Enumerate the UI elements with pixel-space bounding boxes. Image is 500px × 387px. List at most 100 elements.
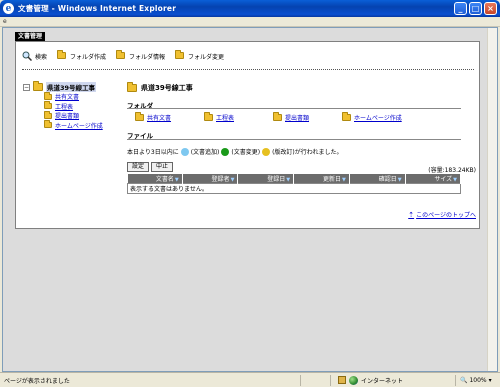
- column-header[interactable]: 確認日▼: [349, 174, 406, 184]
- folder-info-label: フォルダ情報: [129, 53, 166, 61]
- zone-label: インターネット: [361, 377, 404, 385]
- minimize-button[interactable]: _: [454, 2, 467, 15]
- window-title: 文書管理 - Windows Internet Explorer: [18, 4, 177, 13]
- folders-divider: [127, 108, 461, 109]
- up-arrow-icon: ⇡: [408, 210, 415, 219]
- title-bar: e 文書管理 - Windows Internet Explorer _ □ ×: [0, 0, 500, 17]
- window-controls: _ □ ×: [454, 2, 497, 15]
- folder-icon: [273, 112, 282, 121]
- folder-icon: [44, 101, 52, 110]
- folder-link[interactable]: 工程表: [216, 113, 234, 122]
- sort-arrow-icon: ▼: [174, 177, 179, 183]
- app-area: 文書管理 検索 フォルダ作成 フォルダ情報 フォルダ変更 − 県道39号線工事 …: [3, 28, 487, 371]
- empty-message: 表示する文書はありません。: [127, 183, 461, 194]
- capacity-label: (容量:183.24KB): [428, 167, 476, 174]
- folder-link[interactable]: ホームページ作成: [354, 113, 402, 122]
- toolbar-divider: [22, 69, 474, 70]
- folder-icon: [44, 91, 52, 100]
- folder-icon: [33, 81, 43, 91]
- folder-icon: [342, 112, 351, 121]
- page-top-link[interactable]: ⇡ このページのトップへ: [408, 210, 476, 220]
- folder-change-label: フォルダ変更: [188, 53, 225, 61]
- tree-item[interactable]: 工程表: [44, 101, 103, 112]
- column-header[interactable]: 登録者▼: [182, 174, 239, 184]
- files-divider: [127, 139, 461, 140]
- search-label: 検索: [35, 53, 48, 61]
- vertical-scrollbar[interactable]: [487, 28, 497, 371]
- folder-add-icon: [57, 49, 67, 61]
- folder-link[interactable]: 提出書類: [285, 113, 309, 122]
- chevron-down-icon: ▾: [488, 376, 492, 384]
- tree-root-label: 県道39号線工事: [46, 82, 97, 92]
- file-table: 文書名▼ 登録者▼ 登録日▼ 更新日▼ 確認日▼ サイズ▼ 表示する文書はありま…: [127, 174, 462, 194]
- note-suffix: (版改訂)が行われました。: [272, 149, 343, 156]
- sort-arrow-icon: ▼: [230, 177, 235, 183]
- status-bar: ページが表示されました インターネット 🔍 100% ▾: [0, 372, 500, 387]
- recent-changes-note: 本日より3日以内に (文書追加) (文書変更) (版改訂)が行われました。: [127, 147, 342, 156]
- table-header-row: 文書名▼ 登録者▼ 登録日▼ 更新日▼ 確認日▼ サイズ▼: [127, 174, 462, 184]
- table-row: 表示する文書はありません。: [127, 183, 461, 194]
- folder-link[interactable]: 共有文書: [147, 113, 171, 122]
- column-header[interactable]: 文書名▼: [127, 174, 183, 184]
- stop-button[interactable]: 中止: [151, 162, 174, 172]
- folder-item[interactable]: 提出書類: [273, 112, 342, 122]
- sort-arrow-icon: ▼: [397, 177, 402, 183]
- search-tool[interactable]: 検索: [22, 51, 48, 62]
- browser-viewport: 文書管理 検索 フォルダ作成 フォルダ情報 フォルダ変更 − 県道39号線工事 …: [2, 27, 498, 372]
- tree-item-link[interactable]: ホームページ作成: [55, 121, 103, 130]
- tree-item[interactable]: ホームページ作成: [44, 120, 103, 131]
- ie-icon: e: [3, 3, 14, 14]
- status-cell: [300, 374, 330, 386]
- folder-item[interactable]: 工程表: [204, 112, 273, 122]
- note-added: (文書追加): [190, 149, 220, 156]
- zone-icon: [338, 376, 346, 384]
- create-folder-label: フォルダ作成: [70, 53, 107, 61]
- folder-info-icon: [116, 49, 126, 61]
- security-zone[interactable]: インターネット: [330, 374, 425, 386]
- folder-item[interactable]: ホームページ作成: [342, 112, 432, 122]
- note-prefix: 本日より3日以内に: [127, 149, 179, 156]
- zoom-icon: 🔍: [460, 376, 468, 384]
- folders-list: 共有文書 工程表 提出書類 ホームページ作成: [135, 112, 432, 122]
- sort-arrow-icon: ▼: [342, 177, 346, 183]
- search-icon: [22, 51, 33, 62]
- zoom-control[interactable]: 🔍 100% ▾: [455, 374, 500, 386]
- toolbar: 検索 フォルダ作成 フォルダ情報 フォルダ変更: [22, 49, 234, 62]
- note-changed: (文書変更): [231, 149, 261, 156]
- tree-item[interactable]: 提出書類: [44, 110, 103, 121]
- settings-button[interactable]: 設定: [127, 162, 150, 172]
- file-actions: 設定 中止: [127, 162, 175, 172]
- revised-status-icon: [262, 147, 271, 156]
- main-panel: 検索 フォルダ作成 フォルダ情報 フォルダ変更: [15, 41, 480, 229]
- tree-root[interactable]: − 県道39号線工事: [23, 81, 103, 92]
- folder-info-tool[interactable]: フォルダ情報: [116, 49, 166, 61]
- column-header[interactable]: 登録日▼: [237, 174, 295, 184]
- folder-edit-icon: [175, 49, 185, 61]
- changed-status-icon: [221, 147, 230, 156]
- folder-icon: [44, 110, 52, 119]
- tree-item[interactable]: 共有文書: [44, 91, 103, 102]
- close-button[interactable]: ×: [484, 2, 497, 15]
- folder-change-tool[interactable]: フォルダ変更: [175, 49, 225, 61]
- folder-icon: [204, 112, 213, 121]
- column-header[interactable]: サイズ▼: [405, 174, 462, 184]
- sort-arrow-icon: ▼: [453, 177, 457, 183]
- folder-tree: − 県道39号線工事 共有文書 工程表 提出書類 ホームページ作成: [23, 81, 103, 131]
- folder-icon: [127, 82, 137, 92]
- sort-arrow-icon: ▼: [286, 177, 291, 183]
- tab-document-management[interactable]: 文書管理: [15, 32, 46, 41]
- folder-item[interactable]: 共有文書: [135, 112, 204, 122]
- collapse-icon[interactable]: −: [23, 83, 30, 91]
- maximize-button[interactable]: □: [469, 2, 482, 15]
- status-text: ページが表示されました: [4, 377, 70, 385]
- added-status-icon: [180, 147, 189, 156]
- folder-icon: [135, 112, 144, 121]
- browser-strip: e: [0, 17, 500, 27]
- create-folder-tool[interactable]: フォルダ作成: [57, 49, 107, 61]
- tree-item-link[interactable]: 工程表: [55, 102, 73, 111]
- column-header[interactable]: 更新日▼: [293, 174, 350, 184]
- tree-item-link[interactable]: 共有文書: [55, 92, 79, 101]
- folder-icon: [44, 120, 52, 129]
- tree-item-link[interactable]: 提出書類: [55, 111, 79, 120]
- page-title: 県道39号線工事: [127, 82, 193, 93]
